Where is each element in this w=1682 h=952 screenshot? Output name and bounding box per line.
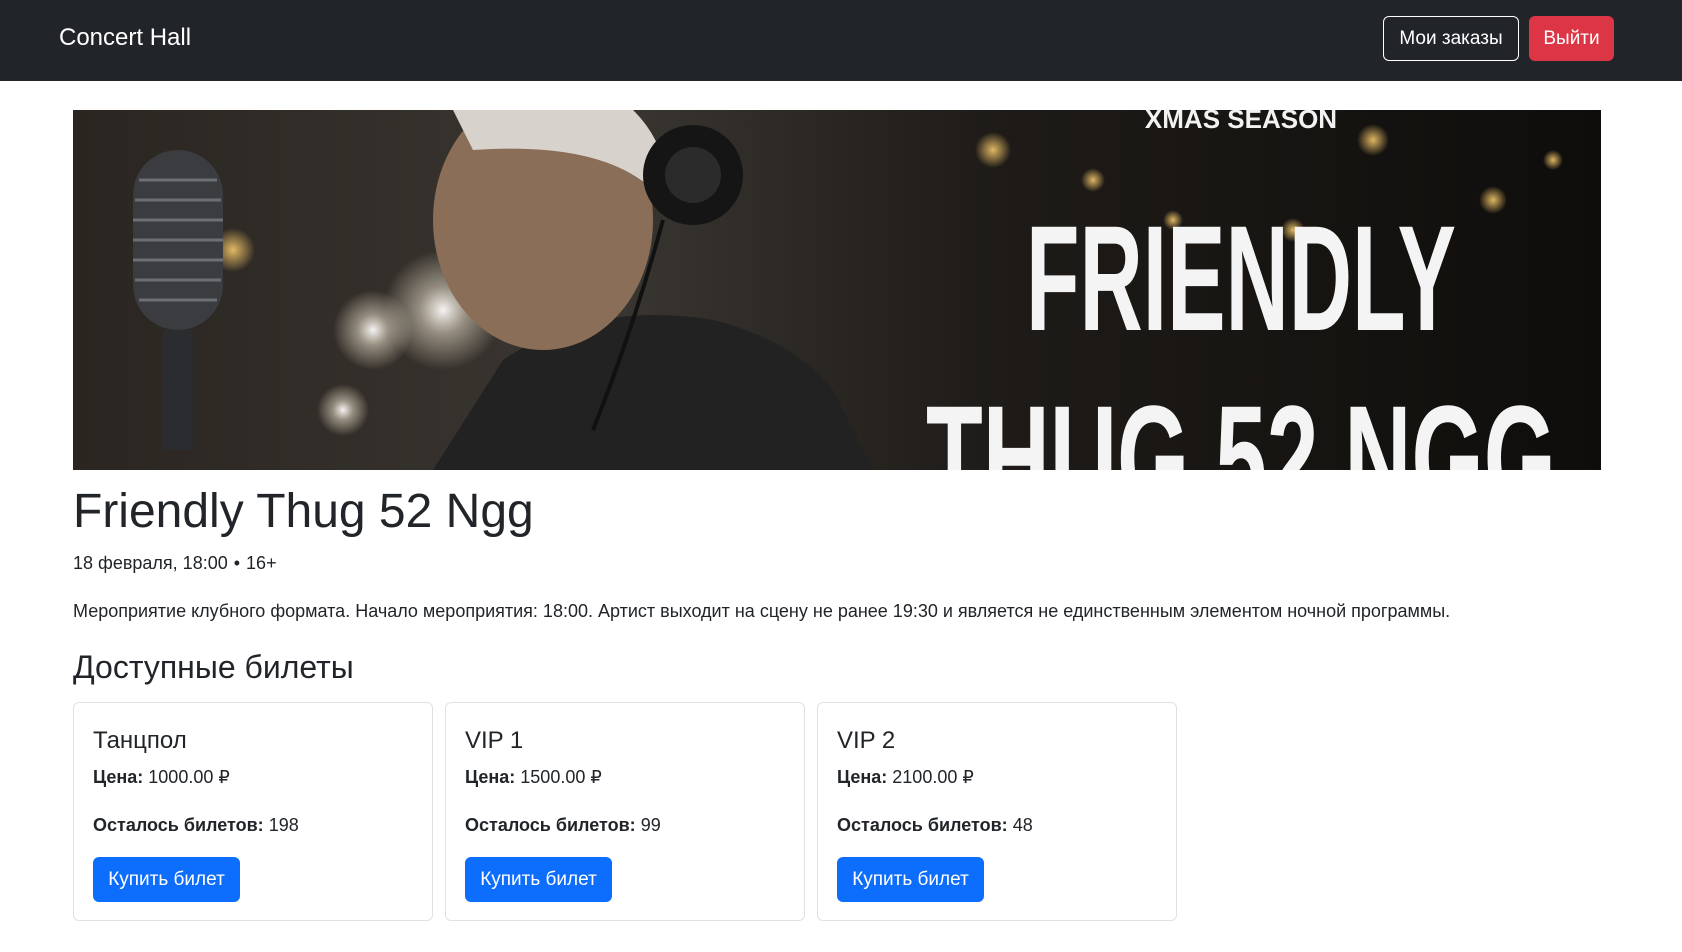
banner-title-line1: FRIENDLY <box>1026 194 1456 362</box>
buy-ticket-button[interactable]: Купить билет <box>465 857 612 902</box>
tickets-left: Осталось билетов: 198 <box>93 815 299 835</box>
tickets-heading: Доступные билеты <box>73 649 354 685</box>
banner-season-text: XMAS SEASON <box>1145 110 1337 134</box>
ticket-name: VIP 2 <box>837 727 896 754</box>
meta-separator: • <box>233 553 241 573</box>
ticket-price: Цена: 1000.00 ₽ <box>93 767 230 787</box>
top-navbar: Concert Hall Мои заказы Выйти <box>0 0 1682 81</box>
my-orders-button[interactable]: Мои заказы <box>1383 16 1519 61</box>
ticket-card-vip2: VIP 2 Цена: 2100.00 ₽ Осталось билетов: … <box>817 702 1177 921</box>
event-date: 18 февраля, 18:00 <box>73 553 228 573</box>
event-description: Мероприятие клубного формата. Начало мер… <box>73 601 1451 621</box>
tickets-left: Осталось билетов: 99 <box>465 815 661 835</box>
ticket-card-dancefloor: Танцпол Цена: 1000.00 ₽ Осталось билетов… <box>73 702 433 921</box>
banner-title-line2: THUG 52 NGG <box>926 374 1556 470</box>
ticket-name: Танцпол <box>93 727 187 754</box>
event-title: Friendly Thug 52 Ngg <box>73 485 534 538</box>
buy-ticket-button[interactable]: Купить билет <box>93 857 240 902</box>
buy-ticket-button[interactable]: Купить билет <box>837 857 984 902</box>
event-meta: 18 февраля, 18:00 • 16+ <box>73 553 277 574</box>
age-rating: 16+ <box>246 553 277 573</box>
ticket-price: Цена: 1500.00 ₽ <box>465 767 602 787</box>
tickets-left: Осталось билетов: 48 <box>837 815 1033 835</box>
brand-link[interactable]: Concert Hall <box>59 24 191 52</box>
logout-button[interactable]: Выйти <box>1529 16 1614 61</box>
ticket-price: Цена: 2100.00 ₽ <box>837 767 974 787</box>
event-banner-image: XMAS SEASON FRIENDLY THUG 52 NGG <box>73 110 1601 470</box>
ticket-name: VIP 1 <box>465 727 524 754</box>
ticket-card-vip1: VIP 1 Цена: 1500.00 ₽ Осталось билетов: … <box>445 702 805 921</box>
